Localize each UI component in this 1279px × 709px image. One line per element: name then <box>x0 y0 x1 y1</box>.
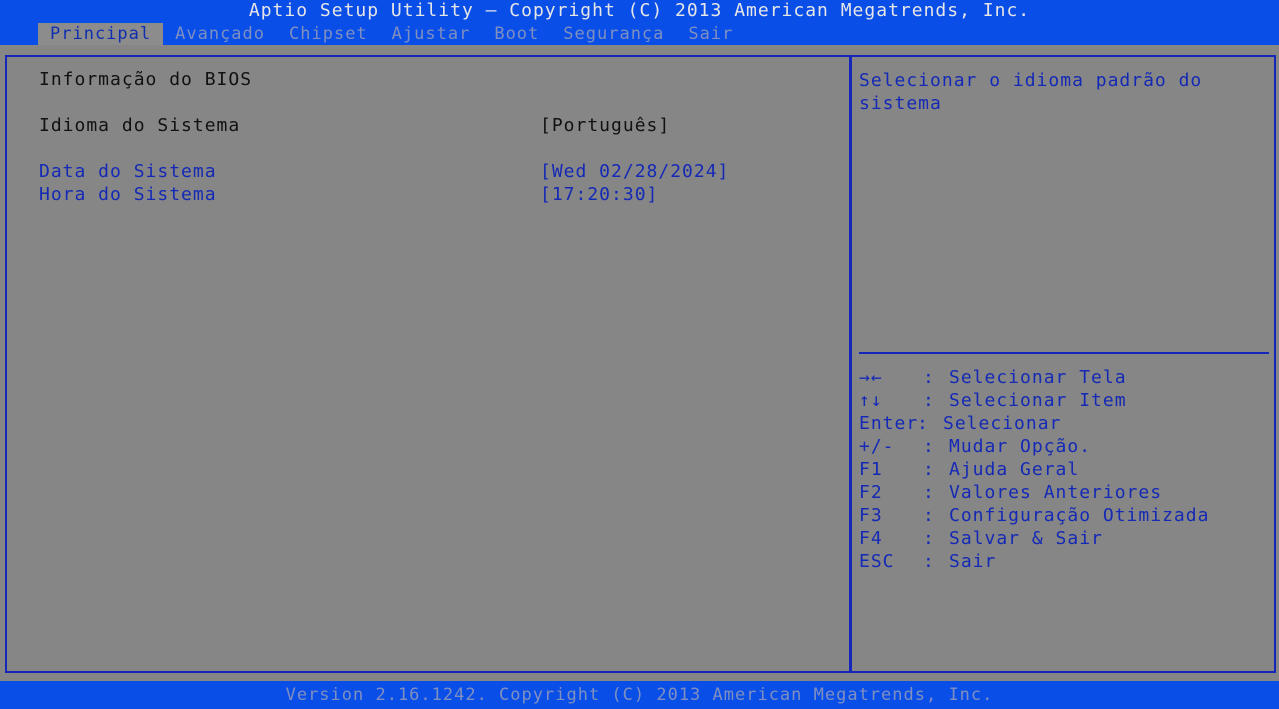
key-action: Valores Anteriores <box>949 482 1163 503</box>
tab-avancado[interactable]: Avançado <box>163 23 277 45</box>
key-row: Enter: Selecionar <box>859 413 1062 434</box>
key-action: Salvar & Sair <box>949 528 1103 549</box>
key-label: Enter <box>859 413 919 434</box>
key-action: Mudar Opção. <box>949 436 1092 457</box>
key-row: F3: Configuração Otimizada <box>859 505 1210 526</box>
key-label: ESC <box>859 551 895 572</box>
tab-bar: Principal Avançado Chipset Ajustar Boot … <box>38 22 745 45</box>
help-divider <box>859 352 1269 354</box>
tab-seguranca[interactable]: Segurança <box>551 23 676 45</box>
settings-panel: Informação do BIOS Idioma do Sistema [Po… <box>5 55 852 673</box>
date-value[interactable]: [Wed 02/28/2024] <box>540 160 729 183</box>
language-label: Idioma do Sistema <box>39 115 241 136</box>
tab-chipset[interactable]: Chipset <box>277 23 380 45</box>
key-action: Sair <box>949 551 997 572</box>
key-action: Selecionar Item <box>949 390 1127 411</box>
main-area: Informação do BIOS Idioma do Sistema [Po… <box>0 45 1279 681</box>
key-label: F4 <box>859 528 883 549</box>
tab-sair[interactable]: Sair <box>676 23 745 45</box>
help-text: Selecionar o idioma padrão do sistema <box>859 70 1203 114</box>
help-panel: Selecionar o idioma padrão do sistema →←… <box>849 55 1276 673</box>
time-label: Hora do Sistema <box>39 184 217 205</box>
key-action: Configuração Otimizada <box>949 505 1210 526</box>
key-label: F2 <box>859 482 883 503</box>
date-label: Data do Sistema <box>39 161 217 182</box>
time-value[interactable]: [17:20:30] <box>540 183 658 206</box>
key-label: F3 <box>859 505 883 526</box>
bios-screen: Aptio Setup Utility – Copyright (C) 2013… <box>0 0 1279 709</box>
tab-boot[interactable]: Boot <box>482 23 551 45</box>
key-row: F1: Ajuda Geral <box>859 459 1080 480</box>
key-action: Selecionar Tela <box>949 367 1127 388</box>
tab-principal[interactable]: Principal <box>38 23 164 45</box>
key-row: F2: Valores Anteriores <box>859 482 1163 503</box>
key-label: F1 <box>859 459 883 480</box>
language-value[interactable]: [Português] <box>540 114 670 137</box>
arrows-vertical-icon: ↑↓ <box>859 390 883 411</box>
key-row: +/-: Mudar Opção. <box>859 436 1092 457</box>
arrows-horizontal-icon: →← <box>859 367 883 388</box>
tab-ajustar[interactable]: Ajustar <box>380 23 483 45</box>
key-action: Ajuda Geral <box>949 459 1080 480</box>
key-row: ↑↓: Selecionar Item <box>859 390 1127 411</box>
section-title: Informação do BIOS <box>39 69 253 90</box>
key-row: →←: Selecionar Tela <box>859 367 1127 388</box>
key-label: +/- <box>859 436 895 457</box>
key-row: ESC: Sair <box>859 551 997 572</box>
footer-version: Version 2.16.1242. Copyright (C) 2013 Am… <box>0 681 1279 709</box>
key-legend: →←: Selecionar Tela ↑↓: Selecionar Item … <box>859 366 1209 573</box>
key-row: F4: Salvar & Sair <box>859 528 1103 549</box>
title-bar: Aptio Setup Utility – Copyright (C) 2013… <box>248 0 1031 21</box>
key-action: Selecionar <box>943 413 1062 434</box>
